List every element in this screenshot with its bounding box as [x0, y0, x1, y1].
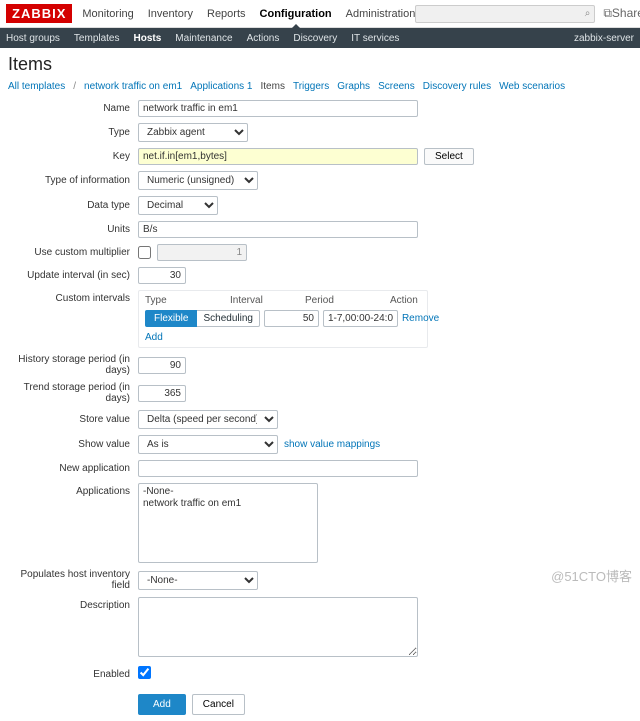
host-context[interactable]: zabbix-server: [574, 33, 634, 44]
units-field[interactable]: [138, 221, 418, 238]
sub-hosts[interactable]: Hosts: [134, 33, 162, 44]
ci-h-type: Type: [145, 295, 230, 306]
crumb-items: Items: [261, 81, 285, 92]
add-button[interactable]: Add: [138, 694, 186, 715]
zabbix-logo: ZABBIX: [6, 4, 72, 23]
dtype-select[interactable]: Decimal: [138, 196, 218, 215]
ci-remove-link[interactable]: Remove: [402, 313, 439, 324]
custom-intervals: Type Interval Period Action Flexible Sch…: [138, 290, 428, 348]
key-field[interactable]: [138, 148, 418, 165]
label-cint: Custom intervals: [8, 290, 138, 304]
share-link[interactable]: ⧉Share: [603, 6, 640, 21]
nav-administration[interactable]: Administration: [346, 8, 416, 20]
tab-graphs[interactable]: Graphs: [337, 81, 370, 92]
label-apps: Applications: [8, 483, 138, 497]
label-inv: Populates host inventory field: [8, 569, 138, 591]
sub-itservices[interactable]: IT services: [351, 33, 399, 44]
type-select[interactable]: Zabbix agent: [138, 123, 248, 142]
label-key: Key: [8, 151, 138, 162]
cancel-button[interactable]: Cancel: [192, 694, 245, 715]
nav-configuration[interactable]: Configuration: [260, 8, 332, 20]
nav-inventory[interactable]: Inventory: [148, 8, 193, 20]
sub-templates[interactable]: Templates: [74, 33, 120, 44]
crumb-all[interactable]: All templates: [8, 81, 65, 92]
label-showv: Show value: [8, 439, 138, 450]
label-dtype: Data type: [8, 200, 138, 211]
ci-h-act: Action: [390, 295, 418, 306]
show-value-select[interactable]: As is: [138, 435, 278, 454]
ci-scheduling-button[interactable]: Scheduling: [197, 310, 259, 327]
ci-interval-field[interactable]: [264, 310, 319, 327]
label-upd: Update interval (in sec): [8, 270, 138, 281]
search-input[interactable]: ⌕: [415, 5, 595, 23]
label-name: Name: [8, 103, 138, 114]
update-interval-field[interactable]: [138, 267, 186, 284]
top-menu: Monitoring Inventory Reports Configurati…: [82, 8, 415, 20]
description-field[interactable]: [138, 597, 418, 657]
crumb-applications[interactable]: Applications 1: [190, 81, 252, 92]
label-storev: Store value: [8, 414, 138, 425]
sub-actions[interactable]: Actions: [247, 33, 280, 44]
breadcrumb: All templates/ network traffic on em1 Ap…: [8, 81, 632, 92]
label-trend: Trend storage period (in days): [8, 382, 138, 404]
watermark: @51CTO博客: [551, 566, 632, 585]
toi-select[interactable]: Numeric (unsigned): [138, 171, 258, 190]
sub-maintenance[interactable]: Maintenance: [175, 33, 232, 44]
tab-screens[interactable]: Screens: [378, 81, 415, 92]
ci-h-int: Interval: [230, 295, 305, 306]
search-icon: ⌕: [585, 8, 591, 19]
inventory-select[interactable]: -None-: [138, 571, 258, 590]
new-application-field[interactable]: [138, 460, 418, 477]
store-value-select[interactable]: Delta (speed per second): [138, 410, 278, 429]
nav-monitoring[interactable]: Monitoring: [82, 8, 133, 20]
tab-discovery[interactable]: Discovery rules: [423, 81, 491, 92]
enabled-checkbox[interactable]: [138, 666, 151, 679]
label-newapp: New application: [8, 463, 138, 474]
name-field[interactable]: [138, 100, 418, 117]
label-type: Type: [8, 127, 138, 138]
trend-field[interactable]: [138, 385, 186, 402]
history-field[interactable]: [138, 357, 186, 374]
applications-list[interactable]: -None- network traffic on em1: [138, 483, 318, 563]
label-desc: Description: [8, 597, 138, 611]
key-select-button[interactable]: Select: [424, 148, 474, 165]
mult-checkbox[interactable]: [138, 246, 151, 259]
ci-period-field[interactable]: [323, 310, 398, 327]
sub-hostgroups[interactable]: Host groups: [6, 33, 60, 44]
label-toi: Type of information: [8, 175, 138, 186]
ci-h-per: Period: [305, 295, 390, 306]
crumb-template[interactable]: network traffic on em1: [84, 81, 182, 92]
label-mult: Use custom multiplier: [8, 247, 138, 258]
label-units: Units: [8, 224, 138, 235]
mult-value: [157, 244, 247, 261]
sub-discovery[interactable]: Discovery: [293, 33, 337, 44]
ci-flexible-button[interactable]: Flexible: [145, 310, 197, 327]
label-enabled: Enabled: [8, 669, 138, 680]
nav-reports[interactable]: Reports: [207, 8, 246, 20]
ci-add-link[interactable]: Add: [145, 332, 163, 343]
page-title: Items: [8, 54, 632, 75]
show-value-mappings-link[interactable]: show value mappings: [284, 439, 380, 450]
label-hist: History storage period (in days): [8, 354, 138, 376]
tab-triggers[interactable]: Triggers: [293, 81, 329, 92]
tab-web[interactable]: Web scenarios: [499, 81, 565, 92]
